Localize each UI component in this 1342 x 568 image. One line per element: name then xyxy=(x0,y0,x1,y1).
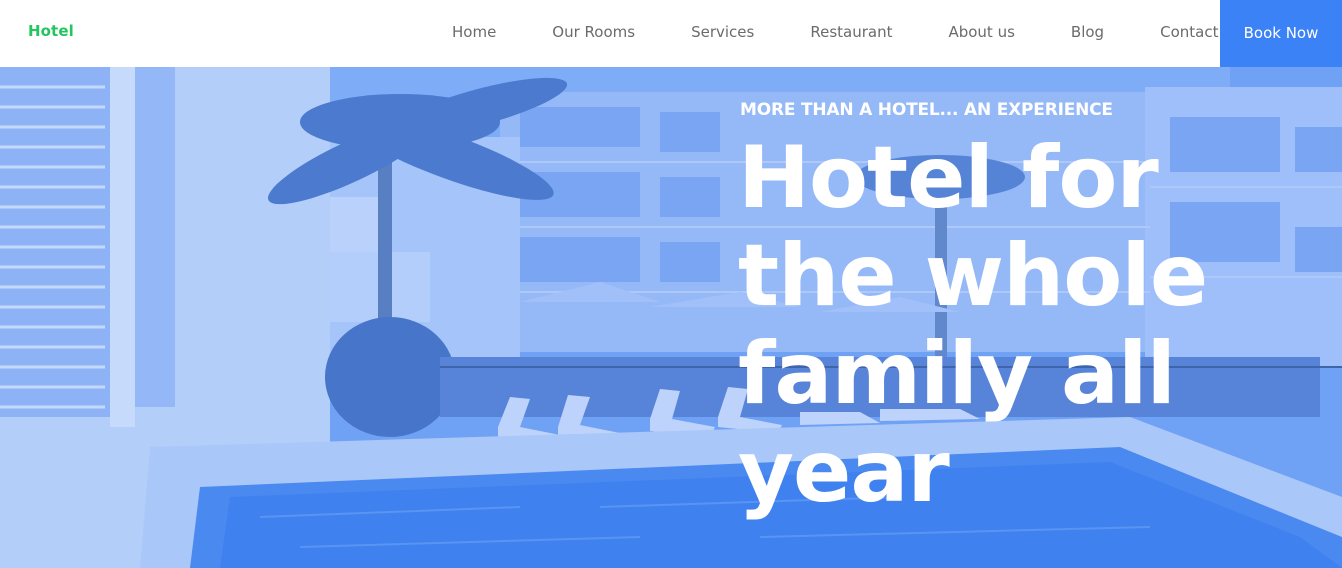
nav-restaurant[interactable]: Restaurant xyxy=(782,0,920,67)
nav-about-us[interactable]: About us xyxy=(920,0,1042,67)
nav-services[interactable]: Services xyxy=(663,0,782,67)
nav-blog[interactable]: Blog xyxy=(1043,0,1132,67)
hero-section: MORE THAN A HOTEL... AN EXPERIENCE Hotel… xyxy=(0,67,1342,568)
book-now-button[interactable]: Book Now xyxy=(1220,0,1342,67)
nav-home[interactable]: Home xyxy=(424,0,524,67)
hero-tagline: MORE THAN A HOTEL... AN EXPERIENCE xyxy=(740,100,1113,120)
nav-our-rooms[interactable]: Our Rooms xyxy=(524,0,663,67)
main-nav: Home Our Rooms Services Restaurant About… xyxy=(424,0,1246,67)
site-header: Hotel Home Our Rooms Services Restaurant… xyxy=(0,0,1342,67)
site-logo[interactable]: Hotel xyxy=(28,22,74,40)
hero-headline: Hotel for the whole family all year xyxy=(738,128,1208,522)
